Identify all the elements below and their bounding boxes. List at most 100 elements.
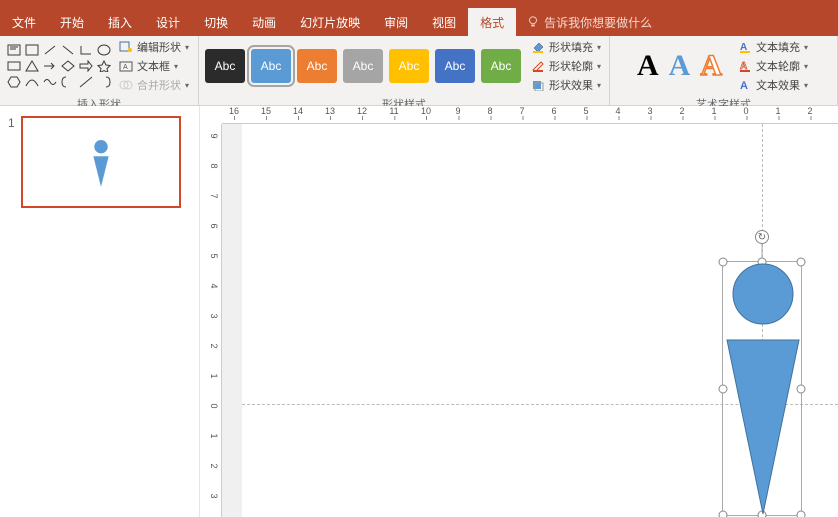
slide-thumbnail-1[interactable] (21, 116, 181, 208)
svg-text:A: A (740, 80, 748, 91)
ruler-tick-h: 16 (229, 106, 239, 116)
tab-file[interactable]: 文件 (0, 8, 48, 36)
shape-style-swatch-2[interactable]: Abc (297, 49, 337, 83)
ruler-tick-h: 3 (647, 106, 652, 116)
shape-brace-icon[interactable] (96, 75, 112, 89)
tab-slideshow[interactable]: 幻灯片放映 (288, 8, 372, 36)
workspace: 1 16151413121110987654321012 98765432101… (0, 106, 838, 517)
tab-animations[interactable]: 动画 (240, 8, 288, 36)
ruler-tick-v: 3 (209, 493, 219, 498)
ruler-tick-h: 10 (421, 106, 431, 116)
shape-textbox-icon[interactable] (6, 43, 22, 57)
shape-style-swatch-6[interactable]: Abc (481, 49, 521, 83)
shape-oval-icon[interactable] (96, 43, 112, 57)
shape-hex-icon[interactable] (6, 75, 22, 89)
shape-style-swatch-5[interactable]: Abc (435, 49, 475, 83)
merge-icon (119, 79, 133, 91)
shape-curve-icon[interactable] (24, 75, 40, 89)
text-box-button[interactable]: A文本框▾ (116, 57, 192, 75)
shape-arrow2-icon[interactable] (78, 59, 94, 73)
text-fill-icon: A (738, 41, 752, 53)
tab-home[interactable]: 开始 (48, 8, 96, 36)
tab-view[interactable]: 视图 (420, 8, 468, 36)
text-outline-button[interactable]: A文本轮廓▾ (736, 57, 810, 75)
shape-rect-icon[interactable] (6, 59, 22, 73)
selection-box[interactable] (722, 261, 802, 516)
ruler-tick-h: 7 (519, 106, 524, 116)
shape-diamond-icon[interactable] (60, 59, 76, 73)
shape-gallery[interactable] (6, 43, 112, 89)
ruler-tick-h: 8 (487, 106, 492, 116)
ruler-tick-h: 9 (455, 106, 460, 116)
text-outline-label: 文本轮廓 (756, 58, 800, 74)
shape-effects-label: 形状效果 (549, 77, 593, 93)
shape-connector-icon[interactable] (78, 43, 94, 57)
text-box-label: 文本框 (137, 58, 170, 74)
tell-me-search[interactable]: 告诉我你想要做什么 (516, 8, 662, 36)
tab-insert[interactable]: 插入 (96, 8, 144, 36)
text-effects-button[interactable]: A文本效果▾ (736, 76, 810, 94)
text-fill-button[interactable]: A文本填充▾ (736, 38, 810, 56)
wordart-style-1[interactable]: A (637, 49, 659, 83)
text-effects-icon: A (738, 79, 752, 91)
chevron-down-icon: ▾ (804, 81, 808, 90)
ribbon-tabs: 文件 开始 插入 设计 切换 动画 幻灯片放映 审阅 视图 格式 告诉我你想要做… (0, 8, 838, 36)
edit-shape-button[interactable]: 编辑形状▾ (116, 38, 192, 56)
tab-design[interactable]: 设计 (144, 8, 192, 36)
shape-fill-label: 形状填充 (549, 39, 593, 55)
effects-icon (531, 79, 545, 91)
ruler-tick-h: 5 (583, 106, 588, 116)
shape-bracket-icon[interactable] (60, 75, 76, 89)
ruler-tick-h: 11 (389, 106, 398, 116)
tell-me-label: 告诉我你想要做什么 (544, 14, 652, 31)
shape-star-icon[interactable] (96, 59, 112, 73)
text-outline-icon: A (738, 60, 752, 72)
canvas-area: 16151413121110987654321012 9876543210123… (200, 106, 838, 517)
chevron-down-icon: ▾ (597, 43, 601, 52)
shape-style-swatch-1[interactable]: Abc (251, 49, 291, 83)
ruler-tick-h: 12 (357, 106, 367, 116)
shape-line2-icon[interactable] (60, 43, 76, 57)
group-shape-styles: AbcAbcAbcAbcAbcAbcAbc 形状填充▾ 形状轮廓▾ 形状效果▾ … (199, 36, 610, 105)
rotation-handle[interactable] (755, 230, 769, 244)
ruler-tick-v: 8 (209, 163, 219, 168)
ribbon: 编辑形状▾ A文本框▾ 合并形状▾ 插入形状 AbcAbcAbcAbcAbcAb… (0, 36, 838, 106)
ruler-tick-h: 4 (615, 106, 620, 116)
ruler-tick-v: 2 (209, 343, 219, 348)
shape-effects-button[interactable]: 形状效果 ▾ (529, 76, 603, 94)
wordart-style-2[interactable]: A (669, 49, 691, 83)
tab-review[interactable]: 审阅 (372, 8, 420, 36)
selected-shapes[interactable] (723, 262, 803, 517)
ruler-tick-v: 4 (209, 283, 219, 288)
shape-triangle-icon[interactable] (24, 59, 40, 73)
lightbulb-icon (526, 15, 540, 29)
shape-style-swatch-4[interactable]: Abc (389, 49, 429, 83)
slide-thumbnail-pane[interactable]: 1 (0, 106, 200, 517)
outline-pen-icon (531, 60, 545, 72)
shape-fill-button[interactable]: 形状填充 ▾ (529, 38, 603, 56)
slide-canvas[interactable] (242, 124, 838, 517)
ruler-tick-v: 1 (209, 373, 219, 378)
shape-style-gallery[interactable]: AbcAbcAbcAbcAbcAbcAbc (205, 49, 521, 83)
shape-freeform-icon[interactable] (42, 75, 58, 89)
tab-transitions[interactable]: 切换 (192, 8, 240, 36)
shape-outline-button[interactable]: 形状轮廓▾ (529, 57, 603, 75)
chevron-down-icon: ▾ (597, 81, 601, 90)
wordart-style-3[interactable]: A (700, 49, 722, 83)
edit-shape-label: 编辑形状 (137, 39, 181, 55)
shape-line-icon[interactable] (42, 43, 58, 57)
wordart-gallery[interactable]: A A A (637, 49, 722, 83)
vertical-ruler: 98765432101234 (200, 124, 222, 517)
shape-line3-icon[interactable] (78, 75, 94, 89)
shape-textbox2-icon[interactable] (24, 43, 40, 57)
shape-outline-label: 形状轮廓 (549, 58, 593, 74)
ruler-tick-h: 1 (711, 106, 716, 116)
shape-triangle (727, 340, 799, 514)
shape-style-swatch-3[interactable]: Abc (343, 49, 383, 83)
ruler-tick-v: 2 (209, 463, 219, 468)
text-fill-label: 文本填充 (756, 39, 800, 55)
ruler-tick-h: 0 (743, 106, 748, 116)
shape-arrow-icon[interactable] (42, 59, 58, 73)
shape-style-swatch-0[interactable]: Abc (205, 49, 245, 83)
tab-format[interactable]: 格式 (468, 8, 516, 36)
